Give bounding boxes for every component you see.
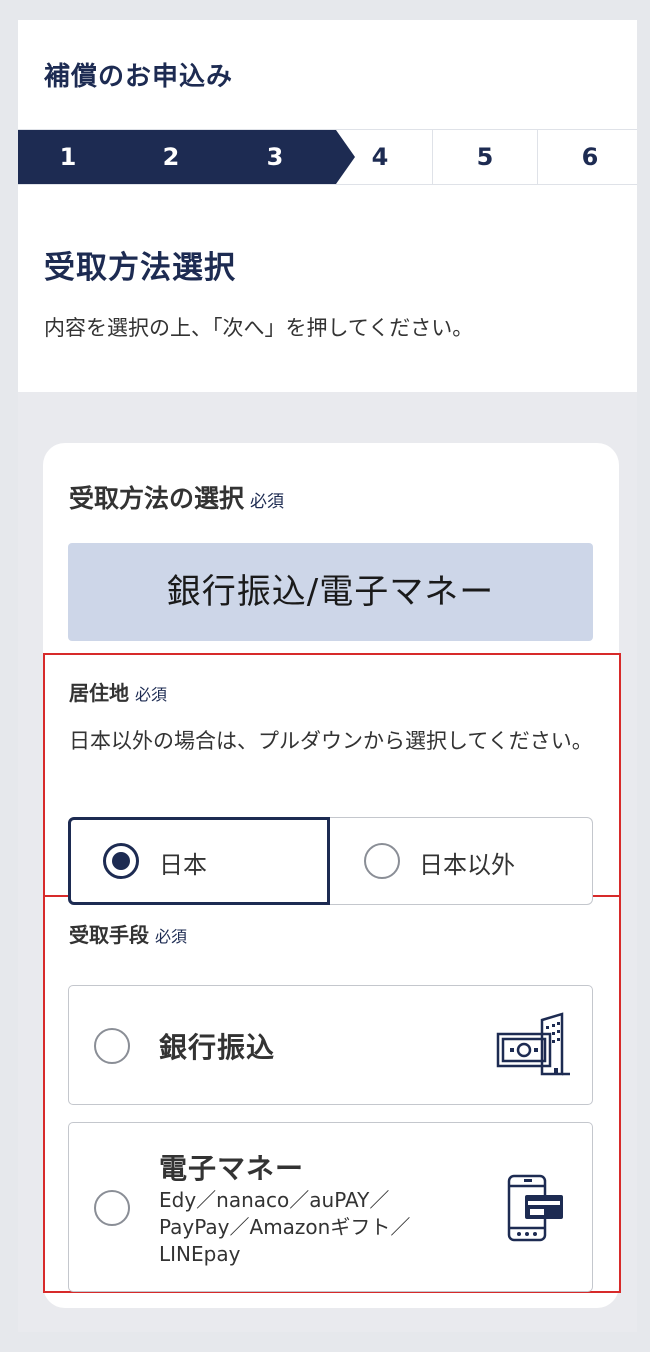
screen: 補償のお申込み 1 2 3 4 5 6 受取方法選択 内容を選択の上、「次へ」を…	[18, 20, 637, 1332]
method-section-title: 受取方法の選択	[69, 484, 245, 513]
option-title: 銀行振込	[159, 1031, 276, 1064]
step-4: 4	[371, 143, 389, 171]
means-option-bank-transfer[interactable]: 銀行振込	[68, 985, 593, 1105]
header-card: 補償のお申込み 1 2 3 4 5 6 受取方法選択 内容を選択の上、「次へ」を…	[18, 20, 637, 392]
option-title: 電子マネー	[159, 1152, 305, 1185]
radio-unselected-icon[interactable]	[364, 843, 400, 879]
required-tag: 必須	[250, 492, 285, 512]
step-divider	[432, 130, 433, 184]
residence-note: 日本以外の場合は、プルダウンから選択してください。	[69, 729, 593, 753]
radio-selected-icon[interactable]	[103, 843, 139, 879]
selected-method-banner: 銀行振込/電子マネー	[68, 543, 593, 641]
residence-option-label: 日本以外	[419, 851, 515, 879]
bank-transfer-icon	[496, 1012, 570, 1076]
step-3: 3	[266, 143, 284, 171]
page-instruction: 内容を選択の上、「次へ」を押してください。	[44, 316, 474, 340]
app-title: 補償のお申込み	[44, 62, 234, 92]
radio-unselected-icon[interactable]	[94, 1190, 130, 1226]
step-5: 5	[476, 143, 494, 171]
means-option-electronic-money[interactable]: 電子マネー Edy／nanaco／auPAY／PayPay／Amazonギフト／…	[68, 1122, 593, 1292]
residence-option-label: 日本	[159, 851, 207, 879]
residence-label-text: 居住地	[69, 681, 129, 705]
required-tag: 必須	[155, 927, 188, 946]
option-description: Edy／nanaco／auPAY／PayPay／Amazonギフト／LINEpa…	[159, 1188, 411, 1266]
residence-label: 居住地 必須	[69, 677, 167, 706]
step-divider	[537, 130, 538, 184]
progress-stepper: 1 2 3 4 5 6	[18, 129, 637, 185]
means-label: 受取手段 必須	[69, 919, 187, 948]
means-label-text: 受取手段	[69, 923, 149, 947]
page-heading: 受取方法選択	[44, 250, 236, 286]
residence-option-japan[interactable]: 日本	[68, 817, 330, 905]
required-tag: 必須	[135, 685, 168, 704]
receiving-method-form: 受取方法の選択 必須 銀行振込/電子マネー 居住地 必須 日本以外の場合は、プルダウ…	[43, 443, 621, 1308]
method-section-heading: 受取方法の選択 必須	[69, 479, 284, 515]
radio-unselected-icon[interactable]	[94, 1028, 130, 1064]
mobile-payment-icon	[507, 1174, 563, 1242]
step-1: 1	[59, 143, 77, 171]
residence-option-outside-japan[interactable]: 日本以外	[329, 817, 593, 905]
step-2: 2	[162, 143, 180, 171]
step-6: 6	[581, 143, 599, 171]
